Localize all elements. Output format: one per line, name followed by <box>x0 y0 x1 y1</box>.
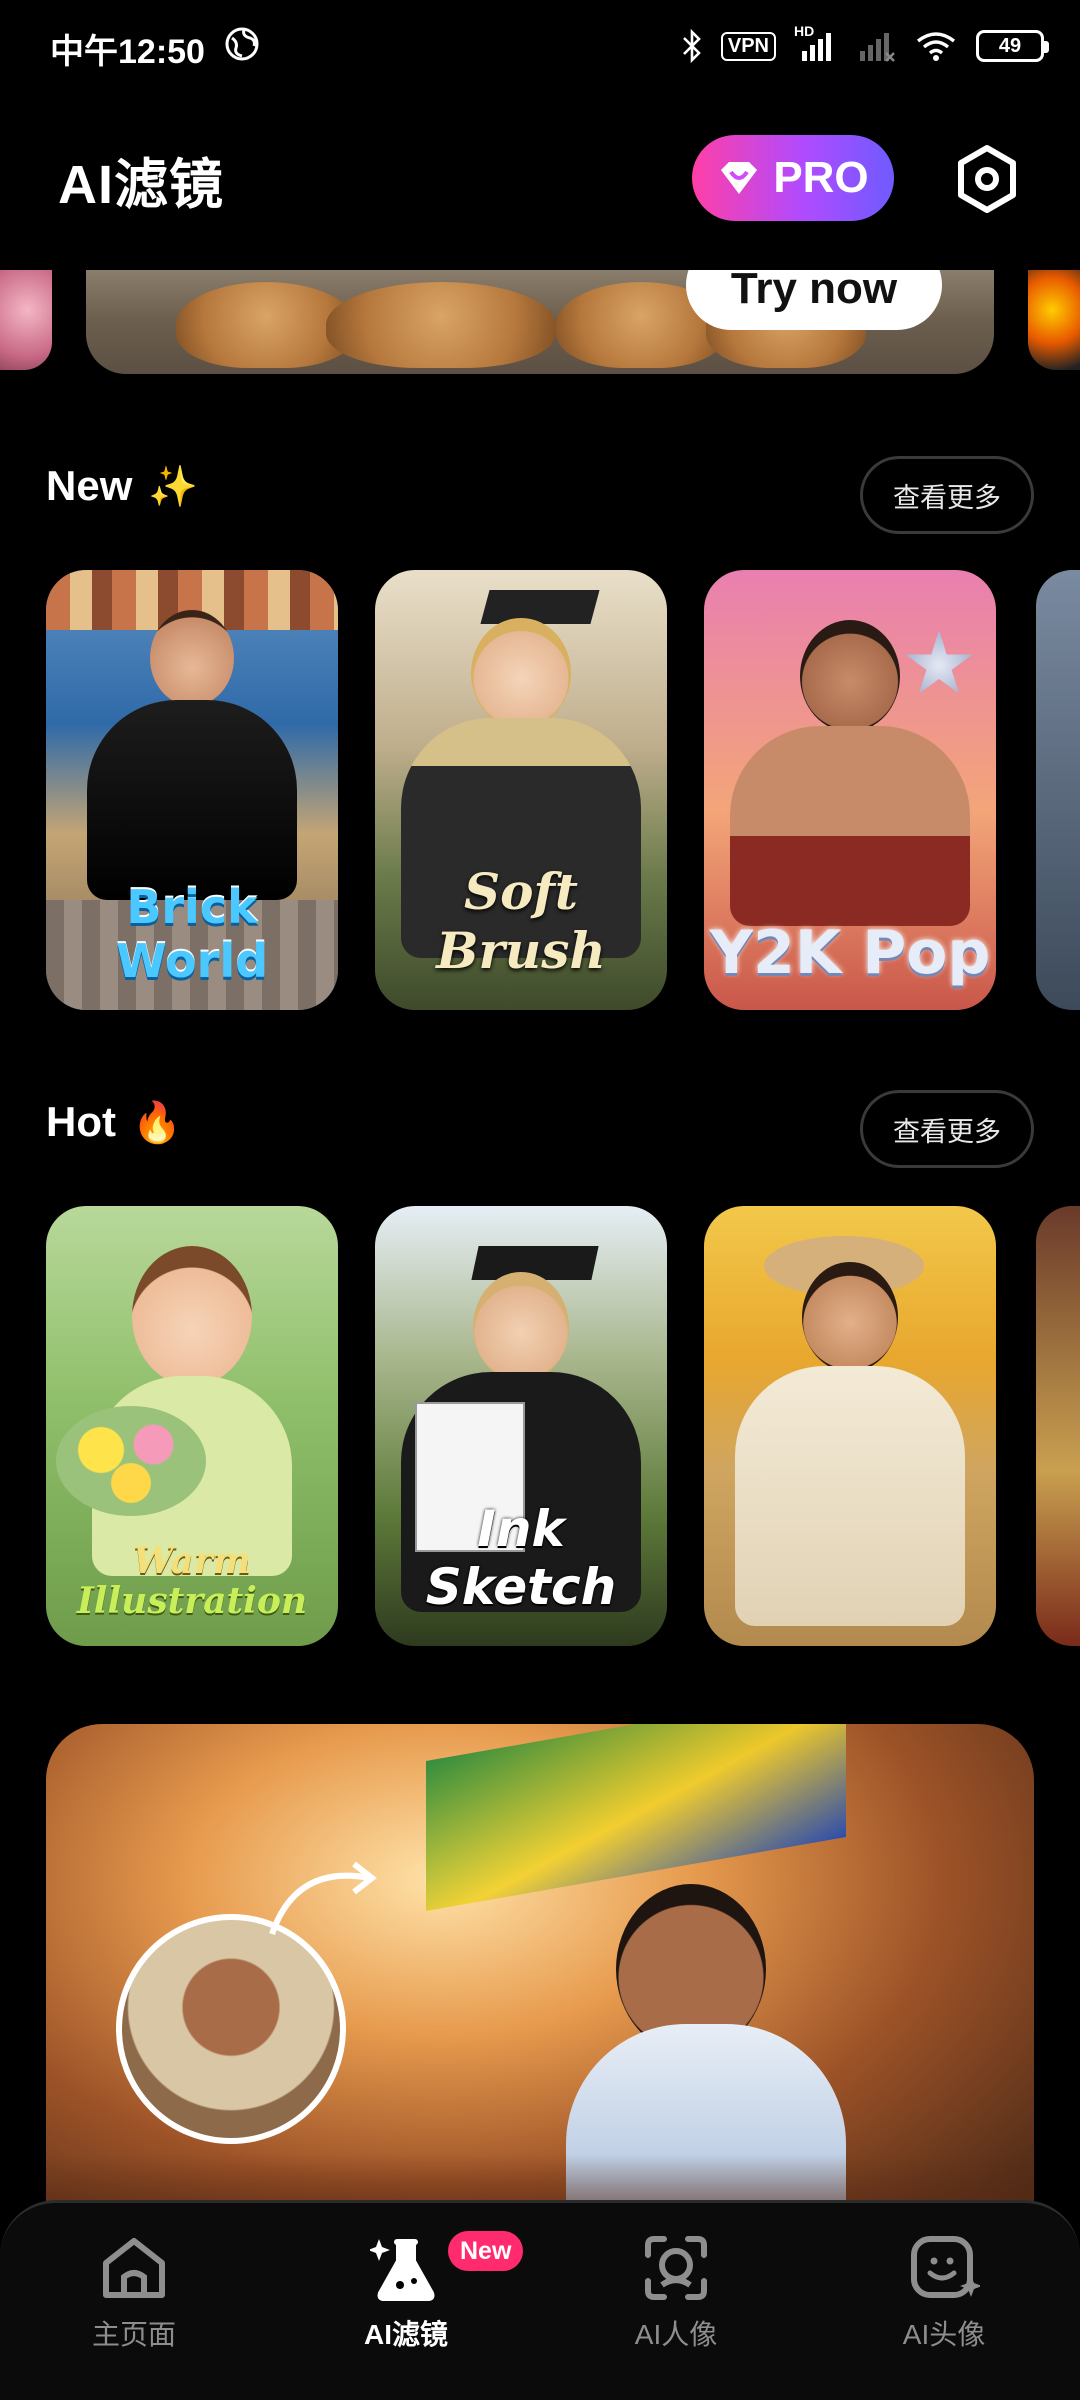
section-hot-header: Hot 🔥 <box>46 1098 182 1146</box>
try-now-button[interactable]: Try now <box>686 270 942 330</box>
home-icon <box>103 2238 165 2298</box>
hot-card-row: Warm Illustration Ink Sketch <box>0 1206 1080 1646</box>
sparkles-icon: ✨ <box>148 464 199 509</box>
settings-hexagon-icon <box>958 145 1016 213</box>
card-next-peek[interactable] <box>1036 1206 1080 1646</box>
banner-carousel[interactable]: Try now <box>0 270 1080 374</box>
section-new-header: New ✨ <box>46 462 198 510</box>
card-label: Ink Sketch <box>425 1500 617 1616</box>
nav-item-ai-avatar[interactable]: AI头像 <box>844 2233 1044 2353</box>
new-see-more-button[interactable]: 查看更多 <box>860 456 1034 534</box>
filter-card-brick-world[interactable]: Brick World <box>46 570 338 1010</box>
cellular-signal-icon: HD <box>794 23 838 63</box>
face-scan-icon <box>645 2236 707 2300</box>
banner-main[interactable]: Try now <box>86 270 994 374</box>
nav-label-home: 主页面 <box>91 2319 176 2350</box>
settings-button[interactable] <box>948 140 1026 218</box>
filter-card-tulip-portrait[interactable] <box>704 1206 996 1646</box>
card-label: Brick World <box>115 880 269 988</box>
vpn-badge: VPN <box>720 31 776 61</box>
filter-card-y2k-pop[interactable]: Y2K Pop <box>704 570 996 1010</box>
section-new-title: New <box>46 462 133 509</box>
filter-card-soft-brush[interactable]: Soft Brush <box>375 570 667 1010</box>
nav-label-ai-portrait: AI人像 <box>634 2319 718 2350</box>
filter-card-warm-illustration[interactable]: Warm Illustration <box>46 1206 338 1646</box>
globe-icon <box>225 27 259 61</box>
card-next-peek[interactable] <box>1036 570 1080 1010</box>
signal-weak-icon <box>860 33 895 62</box>
banner-prev-peek[interactable] <box>0 270 52 370</box>
battery-level: 49 <box>998 34 1022 57</box>
heart-diamond-icon <box>721 162 758 194</box>
before-avatar <box>116 1914 346 2144</box>
arrow-icon <box>269 1861 377 1935</box>
wifi-icon <box>916 32 956 61</box>
status-time: 中午12:50 <box>50 33 205 71</box>
promo-banner[interactable] <box>46 1724 1034 2244</box>
page-title: AI滤镜 <box>58 155 224 215</box>
banner-cat-image <box>326 282 556 368</box>
card-label: Soft Brush <box>436 862 606 980</box>
status-bar: 中午12:50 VPN HD 49 <box>0 0 1080 90</box>
flask-icon <box>370 2239 435 2301</box>
card-label-line1: Warm <box>133 1540 251 1582</box>
hot-see-more-button[interactable]: 查看更多 <box>860 1090 1034 1168</box>
pro-button[interactable]: PRO <box>692 135 894 221</box>
fire-icon: 🔥 <box>131 1100 182 1145</box>
card-label-line2: Illustration <box>76 1580 308 1622</box>
section-hot-title: Hot <box>46 1098 116 1145</box>
filter-card-ink-sketch[interactable]: Ink Sketch <box>375 1206 667 1646</box>
nav-item-ai-portrait[interactable]: AI人像 <box>576 2233 776 2353</box>
banner-next-peek[interactable] <box>1028 270 1080 370</box>
nav-item-home[interactable]: 主页面 <box>34 2233 234 2353</box>
new-badge: New <box>448 2231 524 2271</box>
nav-label-ai-filter: AI滤镜 <box>363 2319 448 2350</box>
status-icons: VPN HD 49 <box>681 23 1049 66</box>
bottom-nav: 主页面 AI滤镜 New AI人像 AI头像 <box>0 2200 1080 2400</box>
nav-label-ai-avatar: AI头像 <box>902 2319 986 2350</box>
bluetooth-icon <box>682 29 701 63</box>
new-card-row: Brick World Soft Brush Y2K Pop <box>0 570 1080 1010</box>
pro-label: PRO <box>773 153 869 202</box>
card-label: Y2K Pop <box>709 918 991 988</box>
avatar-sparkle-icon <box>911 2236 980 2298</box>
battery-indicator: 49 <box>976 30 1049 62</box>
